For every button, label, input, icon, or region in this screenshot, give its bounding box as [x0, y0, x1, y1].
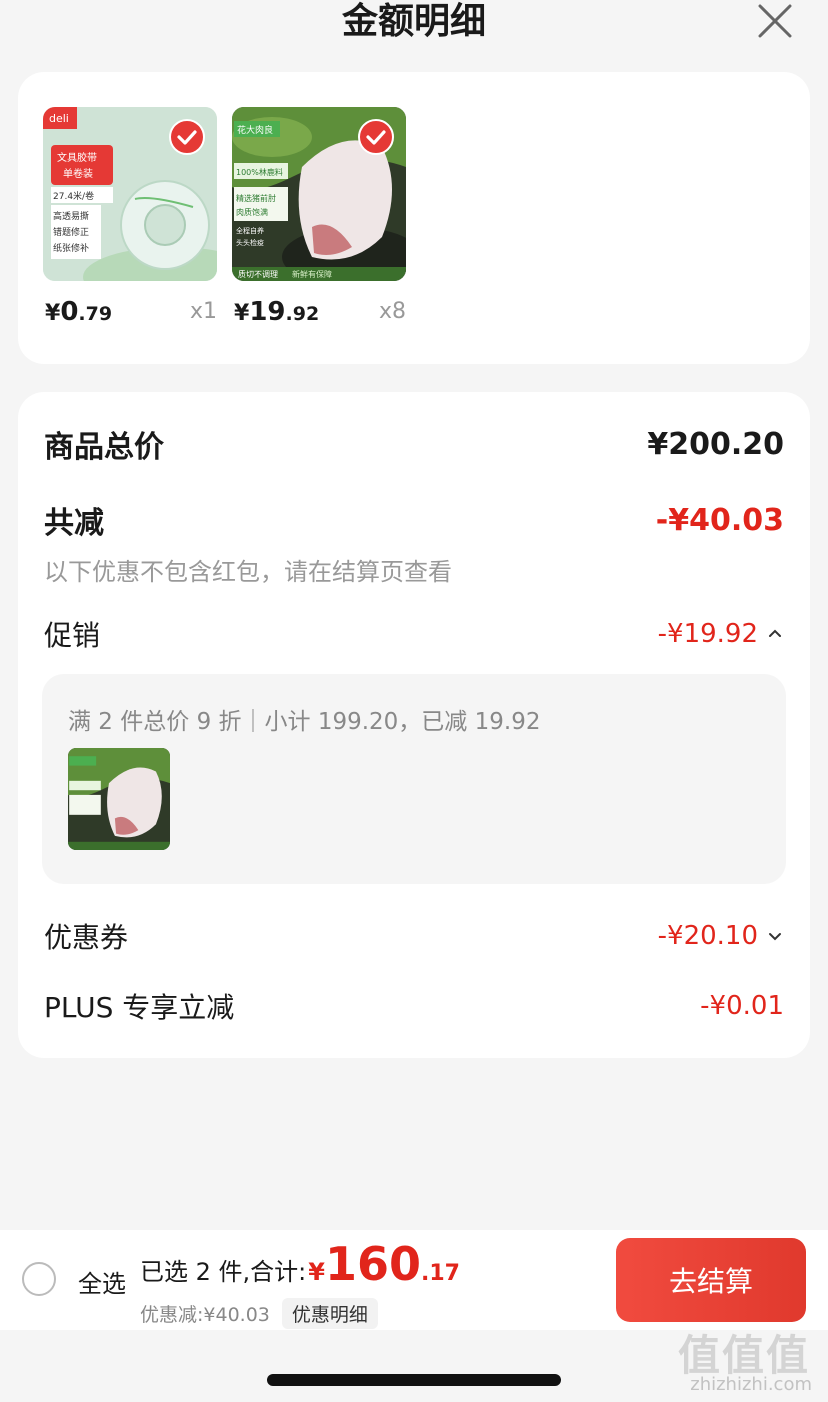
checkout-bar: 全选 已选 2 件,合计: ¥ 160 .17 优惠减:¥40.03 优惠明细 … — [0, 1230, 828, 1330]
product-thumbnail[interactable]: deli 文具胶带 单卷装 27.4米/卷 高透易撕 错题修正 纸张修补 — [43, 107, 217, 281]
close-icon[interactable] — [756, 2, 794, 40]
product-thumbnail[interactable]: 花大肉良 100%林鹿料 精选猪前肘 肉质饱满 全程自养 头头检疫 质切不调理 … — [232, 107, 406, 281]
svg-text:单卷装: 单卷装 — [63, 167, 93, 180]
product-item-pork[interactable]: 花大肉良 100%林鹿料 精选猪前肘 肉质饱满 全程自养 头头检疫 质切不调理 … — [232, 107, 408, 337]
svg-text:文具胶带: 文具胶带 — [57, 151, 97, 164]
select-all-radio[interactable] — [22, 1262, 56, 1296]
page-title: 金额明细 — [341, 1, 486, 42]
watermark: 值值值 zhizhizhi.com — [670, 1318, 820, 1402]
svg-text:高透易撕: 高透易撕 — [53, 210, 89, 222]
thumb-brand: deli — [49, 112, 69, 125]
coupon-row[interactable]: 优惠券 -¥20.10 — [44, 916, 784, 956]
total-integer: 160 — [324, 1237, 421, 1291]
total-value: ¥200.20 — [647, 426, 784, 462]
promo-label: 促销 — [44, 619, 101, 652]
discount-detail-button[interactable]: 优惠明细 — [281, 1298, 378, 1329]
reduce-row: 共减 -¥40.03 — [44, 500, 784, 542]
chevron-up-icon[interactable] — [766, 625, 784, 643]
discount-note: 以下优惠不包含红包，请在结算页查看 — [44, 558, 452, 586]
svg-text:纸张修补: 纸张修补 — [53, 242, 89, 254]
summary-card: 商品总价 ¥200.20 共减 -¥40.03 以下优惠不包含红包，请在结算页查… — [18, 392, 810, 1058]
product-quantity: x1 — [189, 299, 217, 324]
svg-text:100%林鹿料: 100%林鹿料 — [236, 167, 283, 177]
svg-text:精选猪前肘: 精选猪前肘 — [236, 193, 276, 203]
reduce-value: -¥40.03 — [655, 502, 784, 538]
total-decimal: .17 — [420, 1261, 460, 1286]
coupon-value: -¥20.10 — [657, 921, 758, 951]
total-currency: ¥ — [308, 1258, 325, 1286]
plus-value: -¥0.01 — [700, 991, 784, 1021]
product-price: ¥0.79 — [45, 297, 113, 327]
watermark-site: zhizhizhi.com — [690, 1374, 812, 1395]
order-total: 已选 2 件,合计: ¥ 160 .17 — [140, 1238, 460, 1290]
discount-amount: 优惠减:¥40.03 — [140, 1304, 270, 1326]
reduce-label: 共减 — [44, 506, 104, 541]
check-icon[interactable] — [358, 119, 394, 155]
plus-label: PLUS 专享立减 — [44, 991, 235, 1024]
svg-text:错题修正: 错题修正 — [53, 226, 89, 238]
coupon-label: 优惠券 — [44, 921, 129, 954]
selected-count-label: 已选 2 件,合计: — [140, 1258, 307, 1286]
check-icon[interactable] — [169, 119, 205, 155]
total-row: 商品总价 ¥200.20 — [44, 424, 784, 466]
svg-text:质切不调理: 质切不调理 — [238, 269, 278, 279]
svg-text:肉质饱满: 肉质饱满 — [236, 207, 268, 217]
product-quantity: x8 — [378, 299, 406, 324]
svg-text:27.4米/卷: 27.4米/卷 — [53, 190, 94, 202]
plus-row: PLUS 专享立减 -¥0.01 — [44, 986, 784, 1026]
checkout-button[interactable]: 去结算 — [616, 1238, 806, 1322]
chevron-down-icon[interactable] — [766, 927, 784, 945]
promo-detail-box: 满 2 件总价 9 折｜小计 199.20，已减 19.92 — [42, 674, 786, 884]
product-item-tape[interactable]: deli 文具胶带 单卷装 27.4米/卷 高透易撕 错题修正 纸张修补 ¥0.… — [43, 107, 219, 337]
promo-detail-text: 满 2 件总价 9 折｜小计 199.20，已减 19.92 — [68, 709, 541, 735]
svg-text:头头检疫: 头头检疫 — [236, 238, 264, 247]
products-card: deli 文具胶带 单卷装 27.4米/卷 高透易撕 错题修正 纸张修补 ¥0.… — [18, 72, 810, 364]
total-label: 商品总价 — [44, 430, 164, 465]
svg-text:全程自养: 全程自养 — [236, 226, 264, 235]
product-price: ¥19.92 — [234, 297, 320, 327]
coupon-amount: -¥20.10 — [658, 921, 784, 951]
home-indicator — [267, 1374, 561, 1386]
select-all-label[interactable]: 全选 — [78, 1264, 126, 1299]
promo-value: -¥19.92 — [657, 619, 758, 649]
svg-text:新鲜有保障: 新鲜有保障 — [292, 269, 332, 279]
promo-product-thumbnail[interactable] — [68, 748, 170, 850]
discount-line: 优惠减:¥40.03 优惠明细 — [140, 1298, 378, 1329]
promo-row[interactable]: 促销 -¥19.92 — [44, 614, 784, 654]
thumb-brand: 花大肉良 — [237, 124, 273, 136]
promo-amount: -¥19.92 — [658, 619, 784, 649]
header: 金额明细 — [0, 0, 828, 60]
